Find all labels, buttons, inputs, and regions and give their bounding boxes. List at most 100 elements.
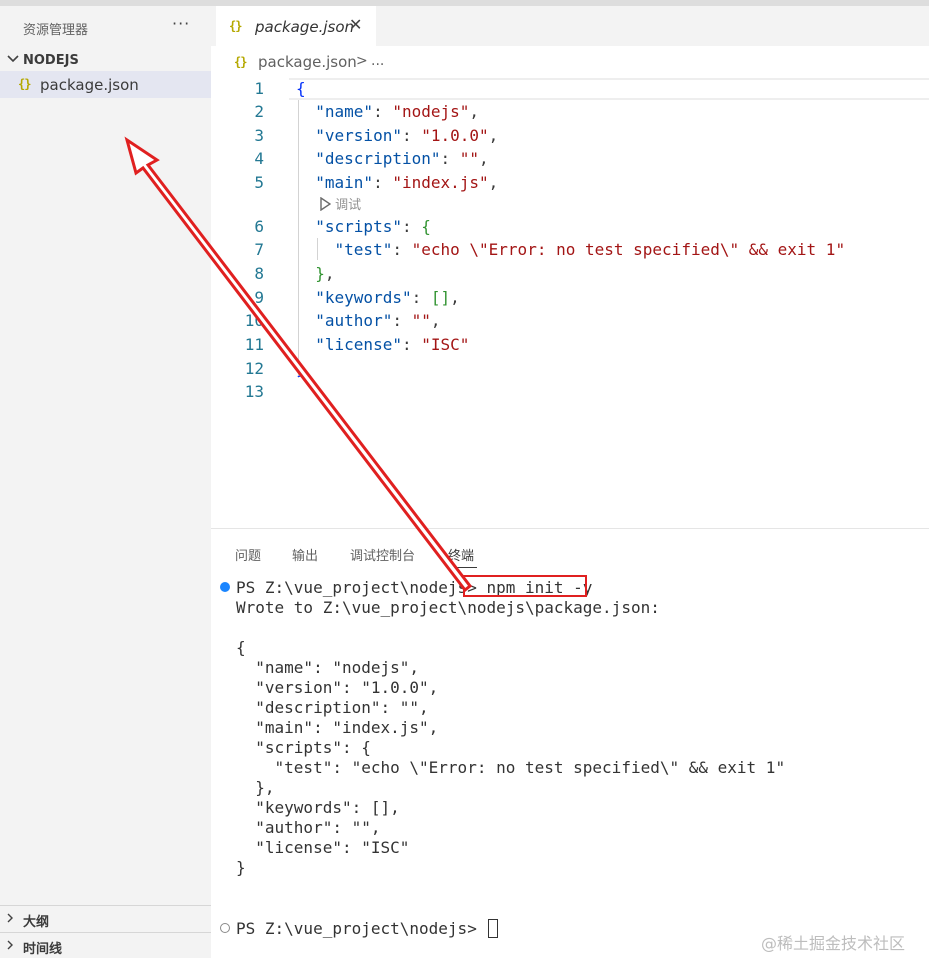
code-line: 7 "test": "echo \"Error: no test specifi… [211, 239, 929, 263]
close-icon[interactable]: ✕ [349, 15, 362, 34]
line-number: 13 [244, 382, 264, 401]
editor-tabbar: {} package.json ✕ [211, 6, 929, 46]
watermark: @稀土掘金技术社区 [761, 934, 906, 953]
more-icon[interactable]: ··· [172, 14, 190, 33]
command-status-dot[interactable] [220, 582, 230, 592]
play-icon [320, 196, 331, 211]
code-line: 8 }, [211, 263, 929, 287]
chevron-down-icon [7, 55, 19, 63]
terminal-line: "keywords": [], [236, 798, 400, 817]
folder-nodejs[interactable]: NODEJS [0, 50, 211, 72]
tab-terminal[interactable]: 终端 [448, 545, 474, 564]
line-number: 1 [254, 79, 264, 98]
line-number: 9 [254, 288, 264, 307]
brace: } [315, 264, 325, 283]
line-number: 6 [254, 217, 264, 236]
json-file-icon: {} [234, 55, 247, 69]
json-key: "license" [315, 335, 402, 354]
code-line: 3 "version": "1.0.0", [211, 125, 929, 149]
breadcrumb-file[interactable]: package.json [258, 53, 357, 71]
json-value: "echo \"Error: no test specified\" && ex… [411, 240, 846, 259]
terminal-cursor [488, 919, 499, 938]
json-key: "test" [334, 240, 393, 259]
section-timeline[interactable]: 时间线 [0, 932, 211, 958]
json-value: "" [411, 311, 431, 330]
json-value: "" [459, 149, 480, 168]
command-status-dot[interactable] [220, 923, 230, 933]
terminal-prompt: PS Z:\vue_project\nodejs> [236, 919, 477, 938]
json-key: "main" [315, 173, 374, 192]
json-key: "description" [315, 149, 441, 168]
chevron-right-icon [7, 940, 13, 950]
bottom-panel: 问题 输出 调试控制台 终端 PS Z:\vue_project\nodejs>… [211, 528, 929, 958]
json-file-icon: {} [18, 77, 31, 91]
brace: } [296, 359, 306, 378]
section-outline[interactable]: 大纲 [0, 905, 211, 931]
folder-name: NODEJS [23, 53, 79, 68]
file-item-package-json[interactable]: {} package.json [0, 71, 211, 98]
breadcrumb-separator: > [356, 53, 368, 69]
brace: { [421, 217, 431, 236]
terminal-prompt: PS Z:\vue_project\nodejs> [236, 578, 477, 597]
json-value: "index.js" [392, 173, 489, 192]
code-line: 2 "name": "nodejs", [211, 101, 929, 125]
terminal-line: "name": "nodejs", [236, 658, 420, 677]
json-file-icon: {} [229, 19, 242, 33]
terminal-line: "version": "1.0.0", [236, 678, 439, 697]
tab-output[interactable]: 输出 [292, 545, 318, 564]
terminal-line: { [236, 638, 246, 657]
code-line: 6 "scripts": { [211, 216, 929, 240]
section-timeline-label: 时间线 [23, 942, 63, 957]
code-line: 10 "author": "", [211, 310, 929, 334]
code-line: 11 "license": "ISC" [211, 334, 929, 358]
tab-debug-console[interactable]: 调试控制台 [350, 545, 415, 564]
terminal-line: "license": "ISC" [236, 838, 410, 857]
terminal-line: }, [236, 778, 275, 797]
explorer-header: 资源管理器 ··· [0, 6, 211, 38]
code-editor[interactable]: 1 { 2 "name": "nodejs", 3 "version": "1.… [211, 78, 929, 528]
json-key: "name" [315, 102, 374, 121]
line-number: 12 [244, 359, 264, 378]
section-outline-label: 大纲 [23, 915, 50, 930]
explorer-sidebar [0, 6, 211, 958]
code-line: 4 "description": "", [211, 148, 929, 172]
line-number: 7 [254, 240, 264, 259]
json-value: "1.0.0" [421, 126, 489, 145]
debug-codelens-label: 调试 [335, 198, 362, 213]
line-number: 10 [244, 311, 264, 330]
tab-title: package.json [255, 18, 355, 36]
brace: { [296, 79, 306, 98]
line-number: 4 [254, 149, 264, 168]
line-number: 11 [244, 335, 264, 354]
terminal-line: "author": "", [236, 818, 381, 837]
command-highlight-box [463, 575, 587, 597]
json-value: [] [430, 288, 451, 307]
chevron-right-icon [7, 913, 13, 923]
code-line: 12 } [211, 358, 929, 382]
line-number: 3 [254, 126, 264, 145]
terminal-line: "test": "echo \"Error: no test specified… [236, 758, 786, 777]
terminal-line: } [236, 858, 246, 877]
json-key: "scripts" [315, 217, 402, 236]
code-line: 13 [211, 381, 929, 405]
json-key: "version" [315, 126, 402, 145]
breadcrumb-more[interactable]: ... [371, 53, 384, 69]
code-line: 1 { [211, 78, 929, 102]
file-name: package.json [40, 76, 139, 94]
tab-package-json[interactable]: {} package.json ✕ [216, 6, 376, 46]
terminal-line: "main": "index.js", [236, 718, 439, 737]
json-value: "ISC" [421, 335, 470, 354]
line-number: 8 [254, 264, 264, 283]
explorer-title: 资源管理器 [23, 23, 89, 38]
breadcrumb: {} package.json > ... [211, 46, 929, 78]
code-line: 9 "keywords": [], [211, 287, 929, 311]
terminal-line: "description": "", [236, 698, 429, 717]
json-key: "author" [315, 311, 393, 330]
code-line: 5 "main": "index.js", [211, 172, 929, 196]
terminal-line: Wrote to Z:\vue_project\nodejs\package.j… [236, 598, 660, 617]
debug-codelens[interactable]: 调试 [319, 194, 361, 214]
terminal-input-line[interactable]: PS Z:\vue_project\nodejs> [236, 919, 499, 939]
active-tab-indicator [447, 567, 477, 568]
tab-problems[interactable]: 问题 [235, 545, 261, 564]
json-key: "keywords" [315, 288, 412, 307]
